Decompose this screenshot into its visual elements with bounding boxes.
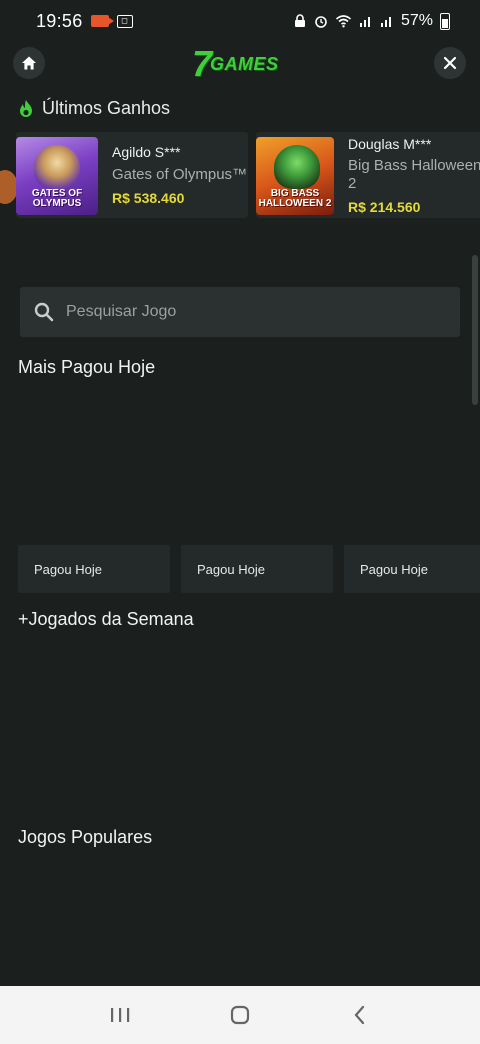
winner-name: Douglas M*** (348, 136, 432, 152)
lock-icon (294, 14, 305, 27)
back-icon (354, 1005, 365, 1025)
close-icon (443, 56, 457, 70)
search-input[interactable] (66, 303, 426, 321)
home-nav-button[interactable] (220, 1000, 260, 1030)
home-button[interactable] (13, 47, 45, 79)
status-right: 57% (293, 12, 450, 30)
winner-game: Gates of Olympus™ (112, 166, 248, 183)
ultimos-ganhos-title: Últimos Ganhos (42, 98, 171, 118)
logo-seven: 7 (192, 43, 213, 84)
winner-game: Big Bass Halloween 2 (348, 157, 480, 192)
search-icon (34, 302, 54, 322)
winner-amount: R$ 538.460 (112, 190, 185, 206)
jogos-populares-title: Jogos Populares (18, 827, 153, 847)
wifi-icon (335, 15, 351, 28)
logo-text: GAMES (210, 53, 279, 74)
flame-icon (20, 99, 32, 117)
status-bar: 19:56 ◻ 57% (0, 0, 480, 42)
winner-card[interactable]: BIG BASS HALLOWEEN 2 Douglas M*** Big Ba… (256, 132, 480, 218)
app-header: 7 GAMES (0, 42, 480, 84)
home-nav-icon (230, 1005, 250, 1025)
status-left: 19:56 ◻ (36, 11, 133, 32)
winner-name: Agildo S*** (112, 144, 181, 160)
alarm-icon (315, 16, 327, 28)
winners-carousel[interactable]: GATES OF OLYMPUS Agildo S*** Gates of Ol… (0, 132, 480, 218)
scrollbar[interactable] (472, 255, 478, 405)
battery-percent: 57% (400, 12, 433, 29)
zeus-figure (34, 145, 80, 189)
winner-amount: R$ 214.560 (348, 199, 421, 215)
close-button[interactable] (434, 47, 466, 79)
ultimos-ganhos-header: Últimos Ganhos (18, 98, 170, 119)
pagou-hoje-card[interactable]: Pagou Hoje (181, 545, 333, 593)
search-box[interactable] (20, 287, 460, 337)
logo-7games[interactable]: 7 GAMES (192, 46, 292, 82)
pagou-hoje-carousel[interactable]: Pagou Hoje Pagou Hoje Pagou Hoje (0, 545, 480, 593)
game-thumbnail-big-bass-halloween[interactable]: BIG BASS HALLOWEEN 2 (256, 137, 334, 215)
pagou-hoje-card[interactable]: Pagou Hoje (344, 545, 480, 593)
game-thumbnail-gates-of-olympus[interactable]: GATES OF OLYMPUS (16, 137, 98, 215)
recent-apps-icon (111, 1008, 130, 1022)
thumb-title: BIG BASS HALLOWEEN 2 (258, 188, 332, 209)
jogados-semana-title: +Jogados da Semana (18, 609, 194, 629)
home-icon (22, 56, 36, 70)
back-button[interactable] (340, 1000, 380, 1030)
winner-card[interactable]: GATES OF OLYMPUS Agildo S*** Gates of Ol… (16, 132, 248, 218)
thumb-title: GATES OF OLYMPUS (31, 188, 83, 209)
signal-icon-1 (359, 17, 370, 27)
recent-apps-button[interactable] (100, 1000, 140, 1030)
zombie-figure (274, 145, 320, 189)
status-time: 19:56 (36, 10, 83, 31)
mais-pagou-hoje-title: Mais Pagou Hoje (18, 357, 156, 377)
pagou-hoje-card[interactable]: Pagou Hoje (18, 545, 170, 593)
battery-icon (440, 12, 450, 30)
screen-record-icon (90, 15, 114, 27)
cast-icon: ◻ (116, 14, 133, 28)
signal-icon-2 (380, 17, 391, 27)
android-nav-bar (0, 986, 480, 1044)
